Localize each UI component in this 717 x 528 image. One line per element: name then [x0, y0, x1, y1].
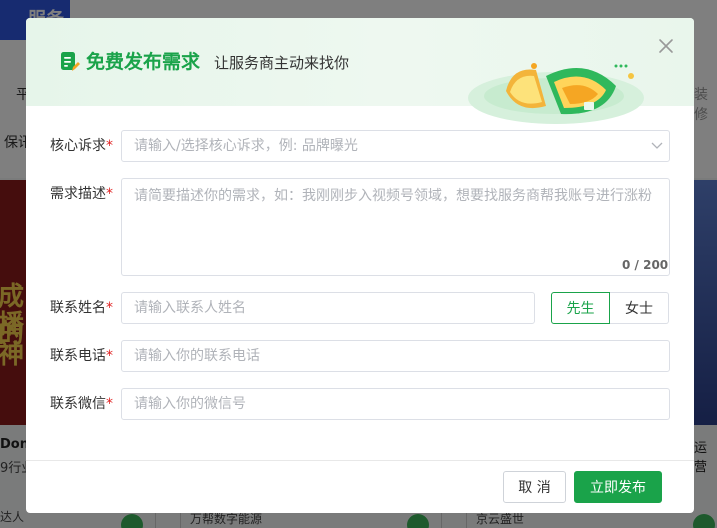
- core-demand-label: 核心诉求*: [50, 138, 113, 154]
- required-mark: *: [106, 396, 113, 412]
- core-demand-row: 核心诉求*: [26, 130, 694, 162]
- dialog-subtitle: 让服务商主动来找你: [214, 54, 350, 72]
- dialog-title: 免费发布需求: [86, 51, 201, 73]
- cancel-button[interactable]: 取 消: [503, 471, 566, 503]
- gender-ms-button[interactable]: 女士: [610, 292, 669, 324]
- contact-name-label: 联系姓名*: [50, 300, 113, 316]
- required-mark: *: [106, 186, 113, 202]
- contact-wechat-row: 联系微信*: [26, 388, 694, 420]
- contact-phone-label: 联系电话*: [50, 348, 113, 364]
- contact-wechat-label: 联系微信*: [50, 396, 113, 412]
- contact-phone-row: 联系电话*: [26, 340, 694, 372]
- gender-mr-button[interactable]: 先生: [551, 292, 610, 324]
- contact-phone-input[interactable]: [121, 340, 670, 372]
- required-mark: *: [106, 138, 113, 154]
- footer-divider: [26, 460, 694, 461]
- required-mark: *: [106, 300, 113, 316]
- chevron-down-icon[interactable]: [651, 142, 663, 150]
- description-label: 需求描述*: [50, 186, 113, 202]
- description-textarea[interactable]: [121, 178, 670, 276]
- contact-name-row: 联系姓名* 先生 女士: [26, 292, 694, 324]
- contact-name-input[interactable]: [121, 292, 535, 324]
- description-row: 需求描述* 0 / 200: [26, 178, 694, 276]
- dialog-header: 免费发布需求 让服务商主动来找你: [26, 18, 694, 124]
- publish-demand-dialog: 免费发布需求 让服务商主动来找你 核心诉求* 需求描: [26, 18, 694, 513]
- publish-now-button[interactable]: 立即发布: [574, 471, 662, 503]
- character-counter: 0 / 200: [622, 258, 669, 272]
- close-icon[interactable]: [656, 36, 676, 56]
- contact-wechat-input[interactable]: [121, 388, 670, 420]
- required-mark: *: [106, 348, 113, 364]
- megaphone-illustration-icon: [468, 63, 644, 124]
- document-edit-icon: [61, 52, 80, 71]
- core-demand-select[interactable]: [121, 130, 670, 162]
